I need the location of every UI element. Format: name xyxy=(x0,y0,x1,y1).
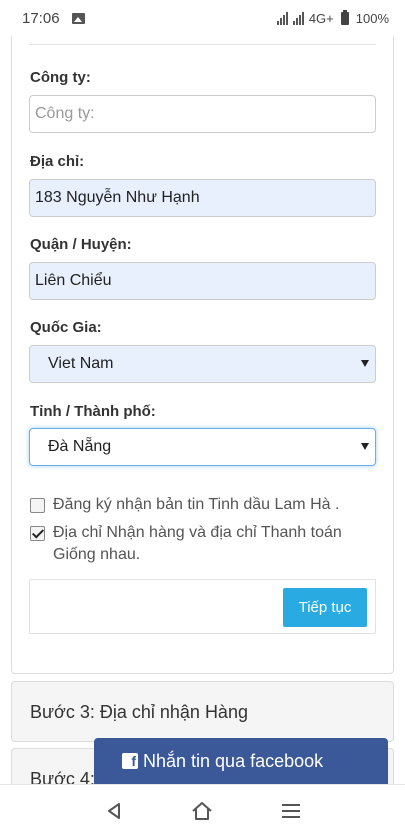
step3-panel[interactable]: Bước 3: Địa chỉ nhận Hàng xyxy=(11,681,394,742)
step3-title: Bước 3: Địa chỉ nhận Hàng xyxy=(30,702,248,722)
divider xyxy=(29,44,376,45)
same-address-label-line2: Giống nhau. xyxy=(53,546,141,563)
same-address-label: Địa chỉ Nhận hàng và địa chỉ Thanh toán … xyxy=(53,522,342,566)
same-address-label-line1: Địa chỉ Nhận hàng và địa chỉ Thanh toán xyxy=(53,524,342,541)
country-select[interactable]: Viet Nam xyxy=(29,345,376,383)
network-type: 4G+ xyxy=(308,10,334,26)
menu-icon[interactable] xyxy=(273,793,309,829)
battery-level: 100% xyxy=(355,10,389,26)
district-input[interactable]: Liên Chiểu xyxy=(29,262,376,300)
province-label: Tỉnh / Thành phố: xyxy=(30,403,156,420)
image-notification-icon xyxy=(71,12,85,24)
battery-icon xyxy=(340,9,349,25)
dropdown-arrow-icon xyxy=(361,443,369,450)
dropdown-arrow-icon xyxy=(361,360,369,367)
status-bar: 17:06 4G+ 100% xyxy=(0,0,405,36)
facebook-chat-button[interactable]: f Nhắn tin qua facebook xyxy=(94,738,388,784)
status-time: 17:06 xyxy=(22,9,60,27)
company-input[interactable]: Công ty: xyxy=(29,95,376,133)
company-label: Công ty: xyxy=(30,69,91,86)
home-icon[interactable] xyxy=(184,793,220,829)
address-input[interactable]: 183 Nguyễn Như Hạnh xyxy=(29,179,376,217)
facebook-chat-label: Nhắn tin qua facebook xyxy=(143,750,324,771)
province-select[interactable]: Đà Nẵng xyxy=(29,428,376,466)
newsletter-label: Đăng ký nhận bản tin Tinh dầu Lam Hà . xyxy=(53,496,340,513)
country-label: Quốc Gia: xyxy=(30,319,102,336)
continue-button[interactable]: Tiếp tục xyxy=(283,588,367,627)
country-selected-value: Viet Nam xyxy=(48,355,114,372)
same-address-checkbox[interactable] xyxy=(30,526,45,541)
system-nav-bar xyxy=(0,784,405,837)
same-address-checkbox-row[interactable]: Địa chỉ Nhận hàng và địa chỉ Thanh toán … xyxy=(30,522,342,566)
district-label: Quận / Huyện: xyxy=(30,236,132,253)
facebook-icon: f xyxy=(122,753,138,769)
signal-icon xyxy=(276,11,288,25)
continue-button-container: Tiếp tục xyxy=(29,579,376,634)
back-icon[interactable] xyxy=(96,793,132,829)
newsletter-checkbox-row[interactable]: Đăng ký nhận bản tin Tinh dầu Lam Hà . xyxy=(30,494,339,516)
signal-icon-2 xyxy=(292,11,304,25)
address-label: Địa chỉ: xyxy=(30,153,85,170)
newsletter-checkbox[interactable] xyxy=(30,498,45,513)
status-indicators: 4G+ 100% xyxy=(276,9,389,26)
province-selected-value: Đà Nẵng xyxy=(48,438,112,455)
